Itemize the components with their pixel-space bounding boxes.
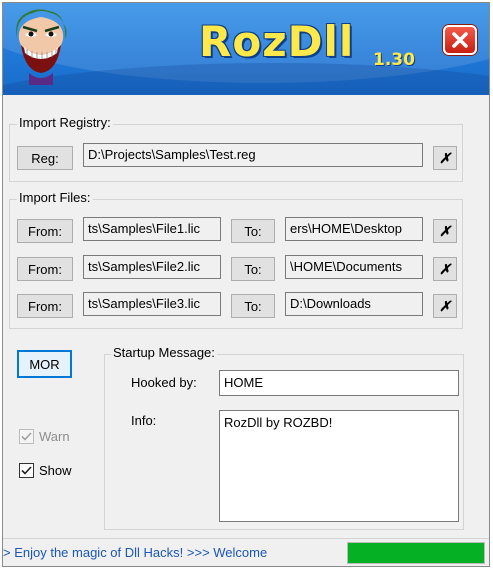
progress-bar bbox=[347, 542, 485, 564]
startup-message-label: Startup Message: bbox=[111, 345, 217, 360]
close-icon bbox=[452, 32, 468, 48]
import-files-label: Import Files: bbox=[17, 190, 93, 205]
close-button[interactable] bbox=[443, 25, 477, 55]
to-path-field[interactable]: D:\Downloads bbox=[285, 292, 423, 316]
status-bar: > Enjoy the magic of Dll Hacks! >>> Welc… bbox=[3, 538, 489, 566]
warn-checkbox[interactable] bbox=[19, 429, 34, 444]
show-checkbox[interactable] bbox=[19, 463, 34, 478]
from-path-field[interactable]: ts\Samples\File3.lic bbox=[83, 292, 221, 316]
from-path-field[interactable]: ts\Samples\File2.lic bbox=[83, 255, 221, 279]
hooked-by-input[interactable]: HOME bbox=[219, 370, 459, 396]
registry-path-field[interactable]: D:\Projects\Samples\Test.reg bbox=[83, 143, 423, 167]
joker-logo-icon bbox=[16, 9, 67, 85]
clear-file-button[interactable]: ✗ bbox=[433, 294, 457, 318]
to-path-field[interactable]: \HOME\Documents bbox=[285, 255, 423, 279]
show-label: Show bbox=[39, 463, 72, 478]
clear-file-button[interactable]: ✗ bbox=[433, 219, 457, 243]
info-textarea[interactable]: RozDll by ROZBD! bbox=[219, 410, 459, 522]
mor-button[interactable]: MOR bbox=[17, 350, 72, 378]
from-button[interactable]: From: bbox=[17, 257, 73, 281]
app-version: 1.30 bbox=[373, 50, 415, 70]
header-banner: RozDll 1.30 bbox=[3, 3, 489, 95]
to-button[interactable]: To: bbox=[231, 294, 275, 318]
progress-fill bbox=[348, 543, 484, 563]
clear-registry-button[interactable]: ✗ bbox=[433, 146, 457, 170]
from-path-field[interactable]: ts\Samples\File1.lic bbox=[83, 217, 221, 241]
reg-button[interactable]: Reg: bbox=[17, 146, 73, 170]
app-title: RozDll bbox=[199, 17, 355, 66]
to-button[interactable]: To: bbox=[231, 219, 275, 243]
to-path-field[interactable]: ers\HOME\Desktop bbox=[285, 217, 423, 241]
checkmark-icon bbox=[21, 432, 32, 441]
checkmark-icon bbox=[21, 466, 32, 475]
import-registry-label: Import Registry: bbox=[17, 115, 113, 130]
from-button[interactable]: From: bbox=[17, 294, 73, 318]
app-window: RozDll 1.30 Import Registry: Reg: D:\Pro… bbox=[2, 2, 490, 567]
info-label: Info: bbox=[131, 413, 157, 428]
clear-file-button[interactable]: ✗ bbox=[433, 257, 457, 281]
to-button[interactable]: To: bbox=[231, 257, 275, 281]
hooked-by-label: Hooked by: bbox=[131, 375, 197, 390]
from-button[interactable]: From: bbox=[17, 219, 73, 243]
status-ticker: > Enjoy the magic of Dll Hacks! >>> Welc… bbox=[3, 545, 268, 560]
warn-label: Warn bbox=[39, 429, 70, 444]
